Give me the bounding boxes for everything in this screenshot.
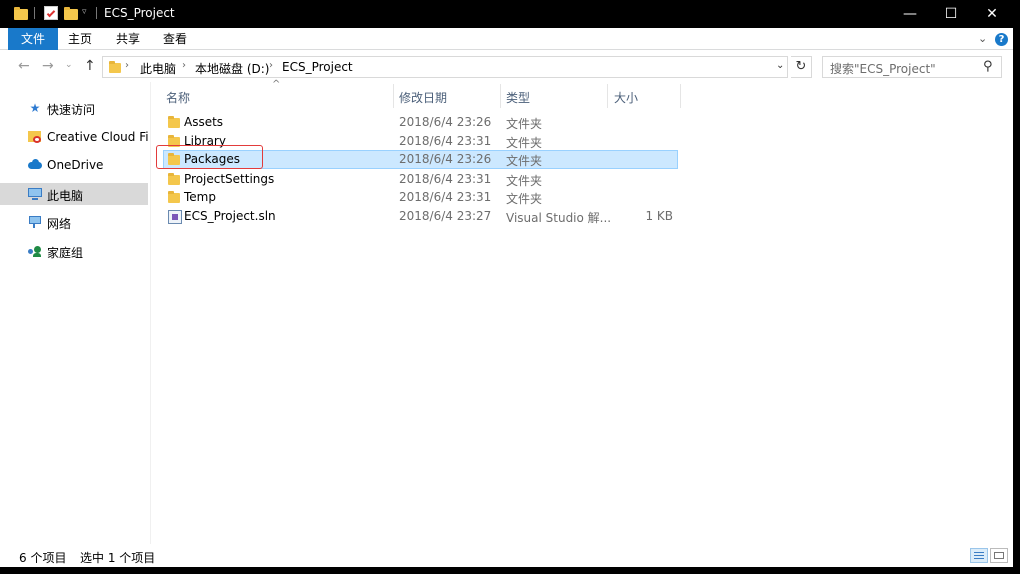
search-input[interactable]: 搜索"ECS_Project" — [830, 60, 936, 77]
file-name: Assets — [184, 115, 224, 129]
tab-file[interactable]: 文件 — [8, 28, 58, 50]
up-button[interactable]: ↑ — [84, 58, 96, 74]
minimize-button[interactable]: — — [887, 0, 933, 28]
file-row-assets[interactable]: Assets 2018/6/4 23:26 文件夹 — [163, 113, 678, 132]
file-date: 2018/6/4 23:31 — [399, 190, 492, 204]
details-view-button[interactable] — [970, 548, 988, 563]
nav-label: 家庭组 — [47, 246, 84, 260]
nav-label: 网络 — [47, 217, 72, 231]
chevron-right-icon[interactable]: › — [125, 60, 129, 71]
file-name: ProjectSettings — [184, 172, 275, 186]
address-bar[interactable]: › 此电脑 › 本地磁盘 (D:) › ECS_Project — [102, 56, 788, 78]
explorer-window: ▿ ECS_Project — ☐ ✕ 文件 主页 共享 查看 ⌄ ? ← → … — [0, 0, 1013, 567]
chevron-down-icon[interactable]: ⌄ — [776, 60, 784, 71]
nav-label: 此电脑 — [47, 189, 84, 203]
network-icon — [28, 216, 42, 228]
computer-icon — [28, 188, 42, 200]
properties-icon[interactable] — [44, 6, 58, 20]
file-name: ECS_Project.sln — [184, 209, 276, 223]
file-type: Visual Studio 解... — [506, 211, 612, 225]
nav-label: OneDrive — [47, 158, 104, 172]
file-date: 2018/6/4 23:26 — [399, 115, 492, 129]
search-box[interactable]: 搜索"ECS_Project" ⚲ — [822, 56, 1002, 78]
tab-home[interactable]: 主页 — [58, 28, 102, 50]
recent-locations-icon[interactable]: ⌄ — [65, 60, 73, 70]
navigation-pane: ★ 快速访问 Creative Cloud Files OneDrive 此电脑 — [0, 82, 150, 544]
nav-item-onedrive[interactable]: OneDrive — [0, 154, 148, 176]
breadcrumb-ecs-project[interactable]: ECS_Project — [282, 60, 353, 74]
status-bar: 6 个项目 选中 1 个项目 — [0, 544, 1013, 567]
back-button[interactable]: ← — [18, 58, 30, 74]
file-type: 文件夹 — [506, 117, 543, 131]
help-icon[interactable]: ? — [995, 33, 1008, 46]
column-divider[interactable] — [393, 84, 394, 108]
column-header-date[interactable]: 修改日期 — [399, 89, 447, 106]
close-button[interactable]: ✕ — [969, 0, 1015, 28]
title-bar: ▿ ECS_Project — ☐ ✕ — [0, 0, 1013, 28]
file-row-temp[interactable]: Temp 2018/6/4 23:31 文件夹 — [163, 188, 678, 207]
sort-ascending-icon: ^ — [272, 79, 281, 90]
tab-share[interactable]: 共享 — [106, 28, 150, 50]
file-type: 文件夹 — [506, 136, 543, 150]
homegroup-icon — [28, 245, 42, 257]
nav-item-this-pc[interactable]: 此电脑 — [0, 183, 148, 205]
chevron-right-icon[interactable]: › — [269, 60, 273, 71]
refresh-button[interactable]: ↻ — [791, 56, 812, 78]
nav-label: Creative Cloud Files — [47, 130, 148, 144]
column-divider[interactable] — [607, 84, 608, 108]
nav-item-homegroup[interactable]: 家庭组 — [0, 240, 148, 262]
address-row: ← → ⌄ ↑ › 此电脑 › 本地磁盘 (D:) › ECS_Project … — [0, 51, 1013, 82]
customize-toolbar-icon[interactable]: ▿ — [82, 7, 87, 23]
breadcrumb-local-disk[interactable]: 本地磁盘 (D:) — [195, 60, 269, 77]
item-count: 6 个项目 — [19, 551, 67, 565]
file-type: 文件夹 — [506, 154, 543, 168]
forward-button[interactable]: → — [42, 58, 54, 74]
column-header-type[interactable]: 类型 — [506, 89, 530, 106]
search-icon[interactable]: ⚲ — [983, 59, 993, 74]
file-type: 文件夹 — [506, 192, 543, 206]
file-date: 2018/6/4 23:26 — [399, 152, 492, 166]
file-date: 2018/6/4 23:31 — [399, 172, 492, 186]
title-divider — [96, 7, 97, 19]
expand-ribbon-icon[interactable]: ⌄ — [978, 32, 987, 45]
column-header-name[interactable]: 名称 — [166, 89, 190, 106]
pane-divider[interactable] — [150, 82, 151, 544]
window-shadow-bottom — [0, 567, 1020, 574]
nav-item-quick-access[interactable]: ★ 快速访问 — [0, 97, 148, 119]
file-size: 1 KB — [645, 209, 673, 223]
file-date: 2018/6/4 23:31 — [399, 134, 492, 148]
cloud-icon — [28, 159, 42, 171]
maximize-button[interactable]: ☐ — [928, 0, 974, 28]
large-icons-view-button[interactable] — [990, 548, 1008, 563]
chevron-right-icon[interactable]: › — [182, 60, 186, 71]
file-row-projectsettings[interactable]: ProjectSettings 2018/6/4 23:31 文件夹 — [163, 170, 678, 189]
column-divider[interactable] — [680, 84, 681, 108]
nav-label: 快速访问 — [47, 103, 96, 117]
nav-item-network[interactable]: 网络 — [0, 211, 148, 233]
file-name: Temp — [184, 190, 216, 204]
breadcrumb-this-pc[interactable]: 此电脑 — [140, 60, 176, 77]
creative-cloud-icon — [28, 131, 42, 143]
window-title: ECS_Project — [104, 6, 175, 20]
tab-view[interactable]: 查看 — [153, 28, 197, 50]
star-icon: ★ — [29, 101, 41, 115]
nav-item-creative-cloud[interactable]: Creative Cloud Files — [0, 126, 148, 148]
toolbar-divider — [34, 7, 35, 19]
file-type: 文件夹 — [506, 174, 543, 188]
window-shadow-right — [1013, 0, 1020, 574]
file-row-ecs-project-sln[interactable]: ECS_Project.sln 2018/6/4 23:27 Visual St… — [163, 207, 678, 226]
ribbon-tabs: 文件 主页 共享 查看 ⌄ ? — [0, 28, 1013, 50]
highlight-annotation-box — [156, 145, 263, 169]
file-date: 2018/6/4 23:27 — [399, 209, 492, 223]
selection-count: 选中 1 个项目 — [80, 551, 156, 565]
column-divider[interactable] — [500, 84, 501, 108]
column-header-size[interactable]: 大小 — [614, 89, 638, 106]
